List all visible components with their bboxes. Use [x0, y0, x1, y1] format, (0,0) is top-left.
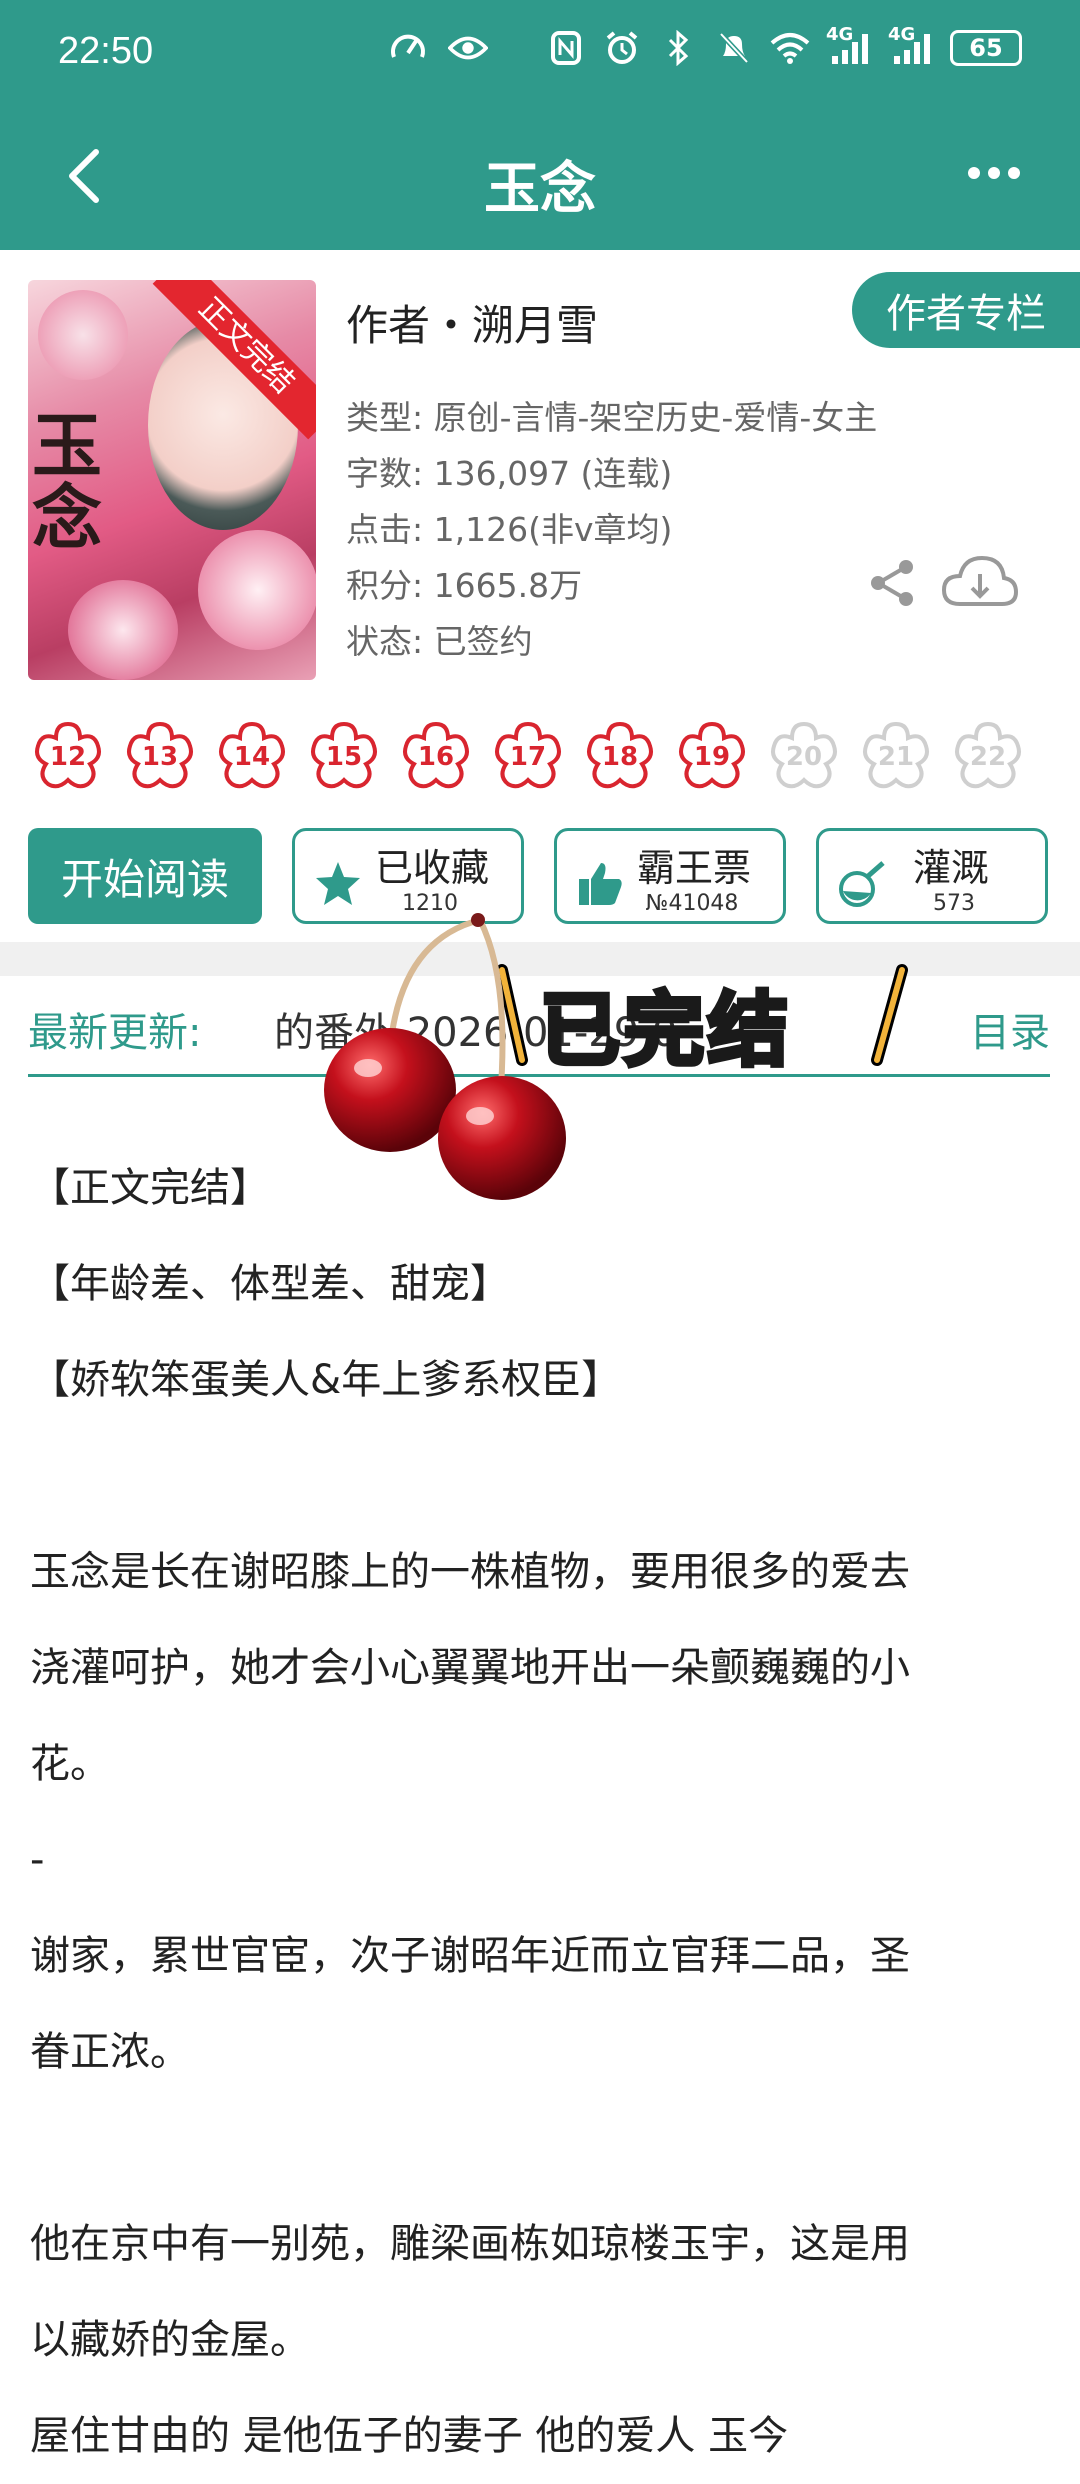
rating-flower[interactable]: 18: [582, 718, 658, 794]
rating-flower[interactable]: 20: [766, 718, 842, 794]
collect-label: 已收藏: [375, 846, 490, 890]
status-right-icons: 4G 4G 65: [546, 24, 1022, 68]
network-label-2: 4G: [888, 24, 916, 45]
description-line: 谢家，累世官宦，次子谢昭年近而立官拜二品，圣: [30, 1933, 910, 1979]
rating-flowers: 12 13 14 15 16 17 18 19 20 21 22: [30, 718, 1026, 794]
meta-genre: 类型: 原创-言情-架空历史-爱情-女主: [346, 398, 878, 437]
book-description: 【正文完结】【年龄差、体型差、甜宠】【娇软笨蛋美人&年上爹系权臣】玉念是长在谢昭…: [30, 1140, 1054, 2484]
water-count: 573: [933, 891, 975, 916]
rating-flower[interactable]: 17: [490, 718, 566, 794]
description-line: 以藏娇的金屋。: [30, 2317, 310, 2363]
table-of-contents-link[interactable]: 目录: [970, 1000, 1050, 1058]
water-label: 灌溉: [913, 846, 990, 890]
bluetooth-icon: [658, 28, 698, 68]
author-name[interactable]: 作者・溯月雪: [346, 292, 598, 353]
rating-flower-label: 17: [509, 742, 547, 772]
rating-flower-label: 18: [601, 742, 639, 772]
meta-score: 积分: 1665.8万: [346, 566, 583, 605]
share-icon[interactable]: [868, 558, 918, 608]
description-line: 眷正浓。: [30, 2029, 190, 2075]
meta-status: 状态: 已签约: [346, 622, 533, 661]
book-meta: 类型: 原创-言情-架空历史-爱情-女主 字数: 136,097 (连载) 点击…: [346, 390, 877, 670]
signal-4g-icon-2: 4G: [888, 24, 934, 68]
status-time: 22:50: [58, 30, 154, 72]
description-line: 【正文完结】: [30, 1165, 270, 1211]
rating-flower[interactable]: 19: [674, 718, 750, 794]
speedometer-icon: [388, 28, 428, 68]
download-cloud-icon[interactable]: [940, 550, 1020, 614]
cover-title: 玉念: [32, 404, 102, 559]
wifi-icon: [770, 28, 810, 68]
rating-flower[interactable]: 16: [398, 718, 474, 794]
eye-icon: [448, 28, 488, 68]
rating-flower[interactable]: 13: [122, 718, 198, 794]
cover-flower-decoration: [68, 580, 178, 680]
rating-flower-label: 20: [785, 742, 823, 772]
water-button[interactable]: 灌溉 573: [816, 828, 1048, 924]
rating-flower-label: 19: [693, 742, 731, 772]
mute-bell-icon: [714, 28, 754, 68]
rating-flower-label: 13: [141, 742, 179, 772]
cover-flower-decoration: [198, 530, 316, 650]
rating-flower[interactable]: 14: [214, 718, 290, 794]
page-title: 玉念: [484, 157, 596, 222]
author-column-button[interactable]: 作者专栏: [852, 272, 1080, 348]
rating-flower[interactable]: 12: [30, 718, 106, 794]
ticket-count: №41048: [645, 891, 739, 916]
rating-flower-label: 15: [325, 742, 363, 772]
description-line: 玉念是长在谢昭膝上的一株植物，要用很多的爱去: [30, 1549, 910, 1595]
description-blank-line: [30, 2100, 1054, 2196]
meta-clicks: 点击: 1,126(非v章均): [346, 510, 673, 549]
book-info-panel: 玉念 正文完结 作者・溯月雪 作者专栏 类型: 原创-言情-架空历史-爱情-女主…: [0, 250, 1080, 950]
meta-word-count: 字数: 136,097 (连载): [346, 454, 673, 493]
battery-indicator: 65: [950, 30, 1022, 66]
description-line: 花。: [30, 1741, 110, 1787]
rating-flower[interactable]: 15: [306, 718, 382, 794]
alarm-icon: [602, 28, 642, 68]
more-options-icon[interactable]: [964, 158, 1024, 188]
latest-update-label: 最新更新:: [28, 1010, 202, 1056]
ticket-label: 霸王票: [637, 846, 752, 890]
description-blank-line: [30, 1428, 1054, 1524]
start-reading-button[interactable]: 开始阅读: [28, 828, 262, 924]
cover-flower-decoration: [38, 290, 128, 380]
rating-flower-label: 21: [877, 742, 915, 772]
network-label-1: 4G: [826, 24, 854, 45]
nfc-icon: [546, 28, 586, 68]
description-line: 【娇软笨蛋美人&年上爹系权臣】: [30, 1357, 622, 1403]
rating-flower[interactable]: 22: [950, 718, 1026, 794]
rating-flower-label: 14: [233, 742, 271, 772]
description-line: 他在京中有一别苑，雕梁画栋如琼楼玉宇，这是用: [30, 2221, 910, 2267]
signal-4g-icon-1: 4G: [826, 24, 872, 68]
rating-flower-label: 22: [969, 742, 1007, 772]
description-line: 屋住甘由的 是他伍子的妻子 他的爱人 玉今: [30, 2413, 789, 2459]
rating-flower-label: 16: [417, 742, 455, 772]
app-header: 玉念: [0, 108, 1080, 250]
description-line: 【年龄差、体型差、甜宠】: [30, 1261, 510, 1307]
status-bar: 22:50 4G 4G 65: [0, 0, 1080, 108]
status-left-icons: [388, 28, 488, 68]
rating-flower[interactable]: 21: [858, 718, 934, 794]
rating-flower-label: 12: [49, 742, 87, 772]
description-line: 浇灌呵护，她才会小心翼翼地开出一朵颤巍巍的小: [30, 1645, 910, 1691]
description-line: -: [30, 1837, 45, 1883]
book-cover[interactable]: 玉念 正文完结: [28, 280, 316, 680]
